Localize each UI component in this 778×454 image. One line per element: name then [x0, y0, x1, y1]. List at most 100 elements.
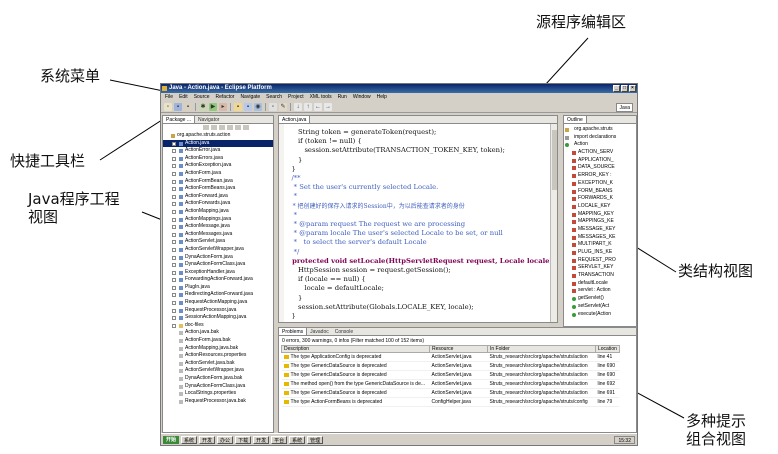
taskbar-item[interactable]: 开发	[253, 436, 270, 444]
outline-member[interactable]: TRANSACTION	[564, 272, 636, 280]
tab-outline[interactable]: Outline	[564, 116, 587, 123]
print-icon[interactable]: ▪	[184, 103, 192, 111]
tree-file[interactable]: RequestProcessor.java	[163, 307, 273, 315]
expand-icon[interactable]	[172, 149, 176, 154]
tree-file[interactable]: ActionForm.java	[163, 170, 273, 178]
expand-icon[interactable]	[172, 164, 176, 169]
menu-edit[interactable]: Edit	[179, 93, 188, 102]
tab-problems[interactable]: Problems	[279, 328, 308, 335]
expand-icon[interactable]	[172, 194, 176, 199]
tree-file[interactable]: ActionError.java	[163, 147, 273, 155]
outline-member[interactable]: getServlet()	[564, 295, 636, 303]
close-button[interactable]: ×	[629, 85, 636, 92]
expand-icon[interactable]	[172, 202, 176, 207]
outline-member[interactable]: DATA_SOURCE	[564, 164, 636, 172]
external-tools-icon[interactable]: ▸	[219, 103, 227, 111]
outline-member[interactable]: REQUEST_PRO	[564, 257, 636, 265]
menu-project[interactable]: Project	[288, 93, 304, 102]
tree-file[interactable]: ActionForward.java	[163, 193, 273, 201]
new-class-icon[interactable]: ◉	[254, 103, 262, 111]
outline-member[interactable]: execute(Action	[564, 311, 636, 319]
outline-member[interactable]: SERVLET_KEY	[564, 264, 636, 272]
tree-file[interactable]: ActionServlet.java.bak	[163, 360, 273, 368]
link-editor-icon[interactable]	[235, 125, 241, 130]
expand-icon[interactable]	[172, 270, 176, 275]
taskbar-item[interactable]: 平台	[271, 436, 288, 444]
view-menu-icon[interactable]	[243, 125, 249, 130]
tree-file[interactable]: RedirectingActionForward.java	[163, 291, 273, 299]
tree-file[interactable]: ActionServlet.java	[163, 238, 273, 246]
menu-file[interactable]: File	[165, 93, 173, 102]
outline-member[interactable]: MAPPING_KEY	[564, 211, 636, 219]
search-icon[interactable]: ✎	[279, 103, 287, 111]
tree-file[interactable]: ActionMappings.java	[163, 216, 273, 224]
expand-icon[interactable]	[172, 293, 176, 298]
scrollbar-thumb[interactable]	[552, 130, 557, 190]
expand-icon[interactable]	[172, 263, 176, 268]
collapse-all-icon[interactable]	[227, 125, 233, 130]
up-icon[interactable]	[219, 125, 225, 130]
expand-icon[interactable]	[172, 232, 176, 237]
tree-file[interactable]: LocalStrings.properties	[163, 390, 273, 398]
expand-icon[interactable]	[172, 285, 176, 290]
outline-member[interactable]: MESSAGE_KEY	[564, 226, 636, 234]
tree-file[interactable]: ActionErrors.java	[163, 155, 273, 163]
tree-file[interactable]: ActionServletWrapper.java	[163, 246, 273, 254]
outline-member[interactable]: MAPPINGS_KE	[564, 218, 636, 226]
column-resource[interactable]: Resource	[429, 345, 488, 353]
tab-javadoc[interactable]: Javadoc	[307, 328, 332, 335]
outline-package[interactable]: org.apache.struts	[564, 126, 636, 134]
tab-console[interactable]: Console	[332, 328, 356, 335]
menu-refactor[interactable]: Refactor	[216, 93, 235, 102]
tree-file[interactable]: ExceptionHandler.java	[163, 269, 273, 277]
table-row[interactable]: The type GenericDataSource is deprecated…	[281, 361, 620, 371]
menu-run[interactable]: Run	[338, 93, 347, 102]
taskbar-item[interactable]: 系统	[289, 436, 306, 444]
maximize-button[interactable]: □	[621, 85, 628, 92]
column-description[interactable]: Description	[281, 345, 430, 353]
outline-member[interactable]: defaultLocale	[564, 280, 636, 288]
menu-xml-tools[interactable]: XML tools	[310, 93, 332, 102]
expand-icon[interactable]	[172, 240, 176, 245]
next-annotation-icon[interactable]: ↓	[294, 103, 302, 111]
tree-file[interactable]: ActionException.java	[163, 162, 273, 170]
menu-source[interactable]: Source	[194, 93, 210, 102]
expand-icon[interactable]	[172, 171, 176, 176]
debug-icon[interactable]: ✱	[199, 103, 207, 111]
tab-action-java[interactable]: Action.java	[279, 116, 311, 123]
table-row[interactable]: The type ApplicationConfig is deprecated…	[281, 352, 620, 362]
tree-folder[interactable]: doc-files	[163, 322, 273, 330]
tree-file[interactable]: ForwardingActionForward.java	[163, 276, 273, 284]
tree-package[interactable]: org.apache.struts.action	[163, 132, 273, 140]
back-icon[interactable]	[203, 125, 209, 130]
menu-window[interactable]: Window	[353, 93, 371, 102]
tree-file-selected[interactable]: Action.java	[163, 139, 273, 148]
outline-member[interactable]: APPLICATION_	[564, 157, 636, 165]
perspective-switcher[interactable]: Java	[616, 103, 633, 112]
expand-icon[interactable]	[172, 308, 176, 313]
column-in-folder[interactable]: In Folder	[487, 345, 596, 353]
minimize-button[interactable]: _	[613, 85, 620, 92]
code-area[interactable]: String token = generateToken(request); i…	[285, 128, 557, 321]
forward-icon[interactable]: →	[324, 103, 332, 111]
column-location[interactable]: Location	[595, 345, 620, 353]
tree-file[interactable]: DynaActionFormClass.java	[163, 383, 273, 391]
tree-file[interactable]: RequestProcessor.java.bak	[163, 398, 273, 406]
expand-icon[interactable]	[172, 247, 176, 252]
new-java-project-icon[interactable]: ▪	[234, 103, 242, 111]
outline-member[interactable]: PLUG_INS_KE	[564, 249, 636, 257]
table-row[interactable]: The type ActionFormBeans is deprecated Co…	[281, 397, 620, 407]
tab-navigator[interactable]: Navigator	[195, 116, 222, 123]
outline-member[interactable]: LOCALE_KEY	[564, 203, 636, 211]
tab-package-explorer[interactable]: Package ...	[163, 116, 196, 123]
expand-icon[interactable]	[172, 179, 176, 184]
title-bar[interactable]: Java - Action.java - Eclipse Platform _ …	[161, 84, 637, 93]
table-row[interactable]: The method open() from the type GenericD…	[281, 379, 620, 389]
expand-icon[interactable]	[172, 301, 176, 306]
outline-member[interactable]: MESSAGES_KE	[564, 234, 636, 242]
tree-file[interactable]: DynaActionForm.java	[163, 254, 273, 262]
tree-file[interactable]: ActionMapping.java	[163, 208, 273, 216]
outline-member[interactable]: FORWARDS_K	[564, 195, 636, 203]
taskbar-item[interactable]: 开发	[199, 436, 216, 444]
back-icon[interactable]: ←	[314, 103, 322, 111]
